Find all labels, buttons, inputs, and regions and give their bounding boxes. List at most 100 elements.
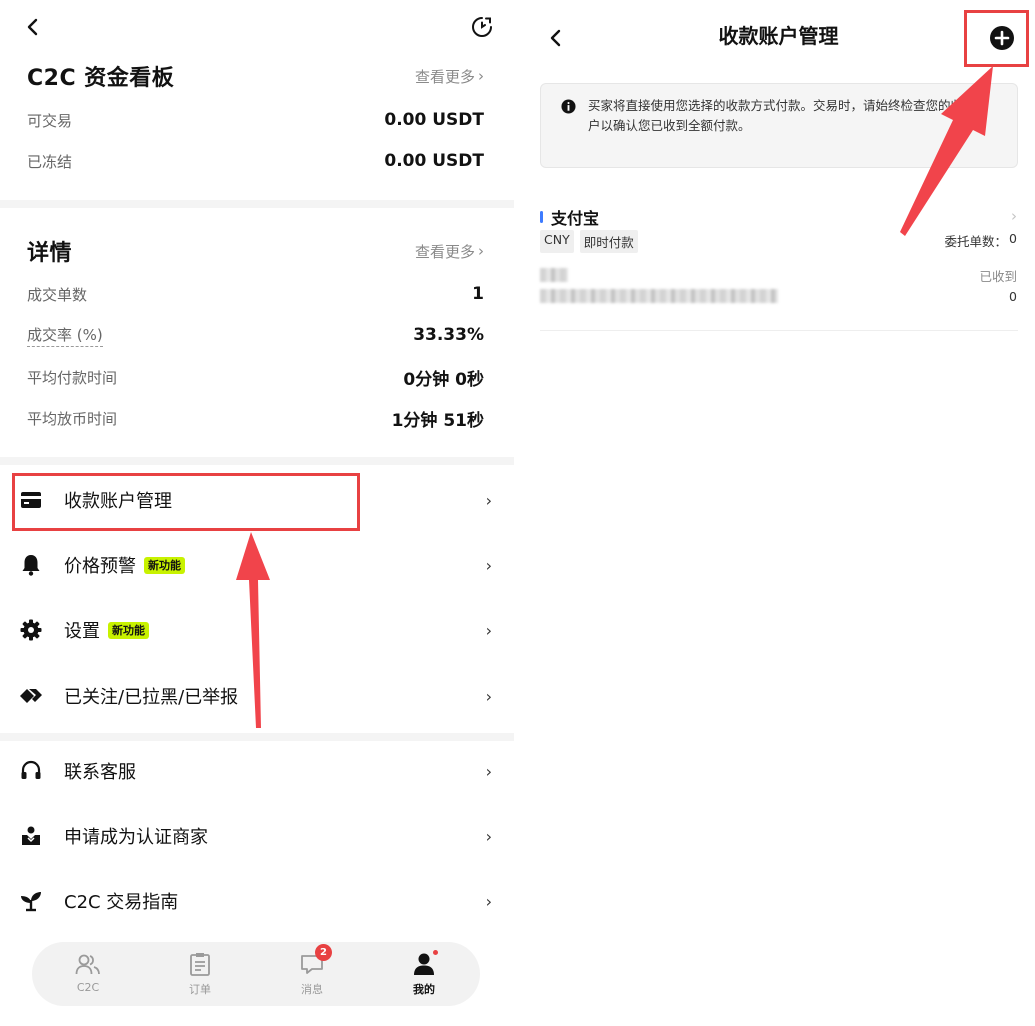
bottom-nav: C2C 订单 2 消息 我的 <box>32 942 480 1006</box>
order-count: 委托单数： 0 <box>945 231 1017 250</box>
detail-row-avg-pay-time: 平均付款时间 0分钟 0秒 <box>27 364 484 390</box>
chevron-right-icon[interactable]: › <box>1011 207 1017 225</box>
received-amount: 已收到 0 <box>979 267 1017 307</box>
new-feature-badge: 新功能 <box>108 621 149 639</box>
order-count-value: 0 <box>1009 231 1017 246</box>
row-divider <box>540 330 1018 331</box>
menu-follow-block-report[interactable]: 已关注/已拉黑/已举报 › <box>0 666 514 726</box>
gear-icon <box>18 617 44 643</box>
row-label: 平均付款时间 <box>27 368 118 387</box>
received-value: 0 <box>1009 289 1017 304</box>
row-value: 33.33% <box>413 325 484 345</box>
order-count-label: 委托单数： <box>944 234 1008 249</box>
row-value: 1 <box>472 284 484 304</box>
detail-row-orders: 成交单数 1 <box>27 281 484 307</box>
fund-row-tradable: 可交易 0.00 USDT <box>27 107 484 133</box>
row-label: 可交易 <box>27 111 73 130</box>
row-value: 1分钟 51秒 <box>391 410 484 431</box>
plus-circle-icon <box>990 26 1014 50</box>
card-icon <box>18 487 44 513</box>
menu-label: 已关注/已拉黑/已举报 <box>64 687 239 708</box>
info-icon <box>561 99 576 114</box>
nav-messages[interactable]: 2 消息 <box>282 944 342 1000</box>
row-value: 0.00 USDT <box>384 110 484 130</box>
nav-label: 消息 <box>301 983 323 996</box>
menu-label: C2C 交易指南 <box>64 892 179 913</box>
row-value: 0.00 USDT <box>384 151 484 171</box>
alipay-marker <box>540 211 543 223</box>
payment-speed-tag: 即时付款 <box>579 230 638 253</box>
redacted-account-name <box>540 268 568 282</box>
add-account-button[interactable] <box>987 23 1017 53</box>
page-title: 收款账户管理 <box>718 24 839 48</box>
info-text: 买家将直接使用您选择的收款方式付款。交易时，请始终检查您的收款账户以确认您已收到… <box>588 98 989 133</box>
person-icon <box>410 950 438 978</box>
details-title: 详情 <box>27 241 73 266</box>
menu-label: 联系客服 <box>64 762 136 783</box>
payment-accounts-panel: 收款账户管理 买家将直接使用您选择的收款方式付款。交易时，请始终检查您的收款账户… <box>522 0 1035 1026</box>
row-value: 0分钟 0秒 <box>403 369 484 390</box>
row-label[interactable]: 成交率 (%) <box>27 324 103 347</box>
back-button[interactable] <box>17 12 47 42</box>
back-arrow-icon <box>27 18 38 36</box>
menu-label: 申请成为认证商家 <box>64 827 208 848</box>
chevron-right-icon: › <box>485 620 492 640</box>
sprout-icon <box>18 888 44 914</box>
nav-label: 订单 <box>189 983 211 996</box>
chevron-right-icon: › <box>485 891 492 911</box>
menu-label: 收款账户管理 <box>64 491 172 512</box>
chevron-right-icon: › <box>485 686 492 706</box>
chevron-right-icon: › <box>485 761 492 781</box>
clipboard-icon <box>186 950 214 978</box>
details-header: 详情 查看更多 › <box>27 234 484 268</box>
section-divider <box>0 733 514 741</box>
unread-count-badge: 2 <box>315 944 332 961</box>
nav-label: C2C <box>76 981 100 994</box>
c2c-profile-panel: C2C 资金看板 查看更多 › 可交易 0.00 USDT 已冻结 0.00 US… <box>0 0 514 1026</box>
row-label: 成交单数 <box>27 285 88 304</box>
row-label: 已冻结 <box>27 152 73 171</box>
fund-board-header: C2C 资金看板 查看更多 › <box>27 59 484 93</box>
row-label: 平均放币时间 <box>27 409 118 428</box>
details-see-more[interactable]: 查看更多 › <box>415 241 484 262</box>
payment-method-name: 支付宝 <box>551 209 600 228</box>
chevron-right-icon: › <box>485 490 492 510</box>
account-tags: CNY 即时付款 <box>540 230 638 253</box>
history-button[interactable] <box>467 12 497 42</box>
menu-settings[interactable]: 设置 新功能 › <box>0 600 514 660</box>
chat-icon: 2 <box>298 944 332 978</box>
fund-board-title: C2C 资金看板 <box>27 66 175 91</box>
fund-board-see-more[interactable]: 查看更多 › <box>415 66 484 87</box>
menu-payment-accounts[interactable]: 收款账户管理 › <box>0 470 514 530</box>
users-icon <box>74 950 102 978</box>
currency-tag: CNY <box>540 230 574 253</box>
detail-row-completion-rate: 成交率 (%) 33.33% <box>27 322 484 348</box>
see-more-label: 查看更多 <box>414 67 475 86</box>
account-header[interactable]: 支付宝 <box>540 205 599 229</box>
section-divider <box>0 200 514 208</box>
menu-customer-service[interactable]: 联系客服 › <box>0 741 514 801</box>
nav-orders[interactable]: 订单 <box>170 950 230 1000</box>
nav-label: 我的 <box>413 983 435 996</box>
top-bar <box>0 10 514 46</box>
history-icon <box>472 17 492 37</box>
chevron-right-icon: › <box>485 555 492 575</box>
redacted-account-number <box>540 289 778 303</box>
nav-c2c[interactable]: C2C <box>58 950 118 1000</box>
fund-row-frozen: 已冻结 0.00 USDT <box>27 148 484 174</box>
merchant-icon <box>18 823 44 849</box>
new-feature-badge: 新功能 <box>144 556 185 574</box>
see-more-label: 查看更多 <box>414 242 475 261</box>
received-label: 已收到 <box>979 269 1017 284</box>
menu-label: 价格预警 <box>64 556 136 577</box>
nav-me[interactable]: 我的 <box>394 950 454 1000</box>
menu-become-merchant[interactable]: 申请成为认证商家 › <box>0 806 514 866</box>
notification-dot <box>433 950 438 955</box>
menu-trading-guide[interactable]: C2C 交易指南 › <box>0 871 514 931</box>
menu-label: 设置 <box>64 621 100 642</box>
detail-row-avg-release-time: 平均放币时间 1分钟 51秒 <box>27 405 484 431</box>
menu-price-alert[interactable]: 价格预警 新功能 › <box>0 535 514 595</box>
headset-icon <box>18 758 44 784</box>
chevron-right-icon: › <box>485 826 492 846</box>
bell-icon <box>18 552 44 578</box>
